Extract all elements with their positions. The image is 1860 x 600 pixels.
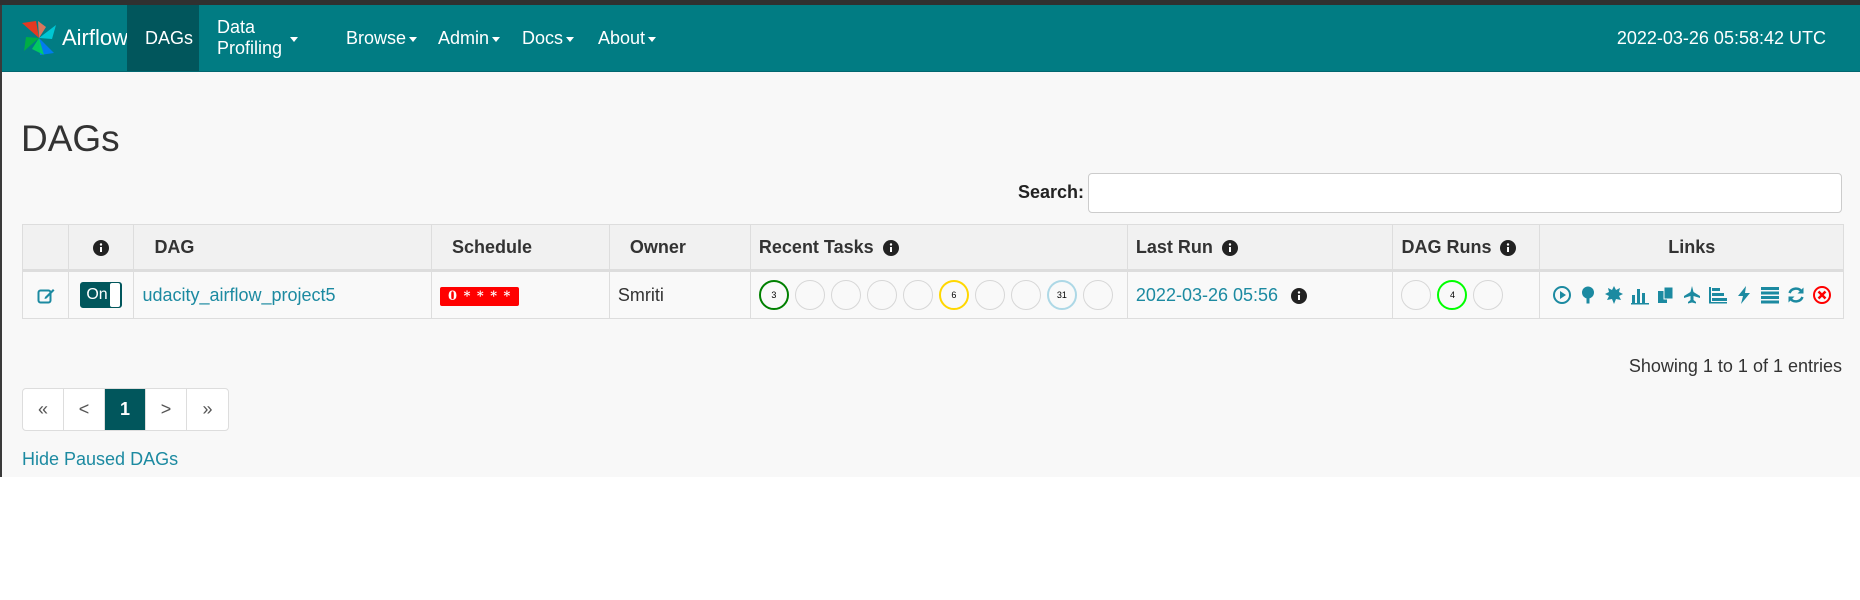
col-recent-tasks-label: Recent Tasks [758,236,874,257]
dag-id-cell: udacity_airflow_project5 [133,270,432,319]
brand-name: Airflow [62,25,129,50]
edit-icon[interactable] [37,287,55,305]
col-info-header [68,224,135,272]
pager-prev-button[interactable]: < [64,389,105,430]
task-state-upstream-failed-circle[interactable]: 6 [938,280,969,310]
dag-links [1548,285,1835,305]
caret-down-icon [566,36,575,42]
edit-cell [21,270,70,319]
col-dag-runs-label: DAG Runs [1401,236,1492,257]
utc-clock: 2022-03-26 05:58:42 UTC [1616,27,1826,48]
nav-browse-label: Browse [346,27,407,48]
code-icon[interactable] [1734,285,1754,305]
links-cell [1539,270,1844,319]
run-state-running-circle[interactable]: 4 [1437,280,1468,310]
schedule-badge: 0 * * * * [440,287,520,306]
task-state-success-circle[interactable]: 3 [758,280,789,310]
main-content: DAGs Search: DAG Schedule Owner Recent T… [2,72,1860,477]
run-state-failed-circle[interactable] [1473,280,1504,310]
info-icon [882,239,899,256]
hide-paused-dags-link[interactable]: Hide Paused DAGs [22,449,178,470]
col-dag-runs-header: DAG Runs [1392,224,1541,272]
refresh-icon[interactable] [1786,285,1806,305]
nav-data-profiling[interactable]: Data Profiling [199,5,316,71]
landing-times-icon[interactable] [1682,285,1702,305]
delete-icon[interactable] [1812,285,1832,305]
col-dag-header[interactable]: DAG [133,224,432,272]
caret-down-icon [290,36,298,42]
pager-first-button[interactable]: « [23,389,64,430]
task-state-up-for-reschedule-circle[interactable] [974,280,1005,310]
toggle-knob [110,283,121,307]
nav-about[interactable]: About [580,5,666,71]
caret-down-icon [409,36,418,42]
airflow-logo-icon [22,21,56,55]
pager-last-button[interactable]: » [187,389,228,430]
info-icon [93,239,110,256]
owner-cell: Smriti [608,270,751,319]
dags-table: DAG Schedule Owner Recent Tasks Last Run… [21,224,1844,319]
col-owner-header[interactable]: Owner [608,224,751,272]
col-recent-tasks-header: Recent Tasks [749,224,1128,272]
search-label: Search: [1018,182,1085,202]
trigger-dag-icon[interactable] [1552,285,1572,305]
task-state-running-circle[interactable] [794,280,825,310]
task-state-failed-circle[interactable] [830,280,861,310]
toggle-label: On [86,286,108,303]
info-icon[interactable] [1291,287,1308,304]
task-state-skipped-circle[interactable]: 31 [1046,280,1077,310]
nav-about-label: About [598,27,646,48]
col-schedule-header[interactable]: Schedule [431,224,610,272]
top-navbar: Airflow DAGs Data Profiling Browse Admin… [2,5,1860,72]
col-links-header: Links [1539,224,1844,272]
recent-tasks-circles: 3 6 31 [758,280,1119,310]
task-state-none-circle[interactable] [1082,280,1113,310]
dag-runs-cell: 4 [1392,270,1541,319]
task-state-queued-circle[interactable] [902,280,933,310]
pager-page-1-button[interactable]: 1 [105,389,146,430]
info-icon [1500,239,1517,256]
entries-info: Showing 1 to 1 of 1 entries [1628,356,1842,376]
page-title: DAGs [21,118,120,159]
col-last-run-label: Last Run [1135,236,1213,257]
nav-docs[interactable]: Docs [504,5,580,71]
nav-data-profiling-label: Data Profiling [217,17,283,58]
pagination: « < 1 > » [22,388,229,431]
brand-link[interactable]: Airflow [18,5,128,71]
table-header-row: DAG Schedule Owner Recent Tasks Last Run… [21,224,1844,272]
dag-on-off-toggle[interactable]: On [80,282,123,308]
col-last-run-header: Last Run [1126,224,1394,272]
nav-admin[interactable]: Admin [420,5,504,71]
pager-next-button[interactable]: > [146,389,187,430]
recent-tasks-cell: 3 6 31 [749,270,1128,319]
gantt-icon[interactable] [1708,285,1728,305]
nav-admin-label: Admin [438,27,490,48]
table-row: On udacity_airflow_project5 0 * * * * Sm… [21,270,1844,319]
dag-id-link[interactable]: udacity_airflow_project5 [142,285,335,305]
search-input[interactable] [1088,173,1842,213]
tree-view-icon[interactable] [1578,285,1598,305]
nav-browse[interactable]: Browse [328,5,420,71]
task-tries-icon[interactable] [1656,285,1676,305]
nav-dags[interactable]: DAGs [127,5,199,71]
dag-runs-circles: 4 [1401,280,1531,310]
caret-down-icon [492,36,501,42]
toggle-cell: On [68,270,135,319]
logs-icon[interactable] [1760,285,1780,305]
run-state-success-circle[interactable] [1401,280,1432,310]
last-run-link[interactable]: 2022-03-26 05:56 [1136,285,1278,305]
schedule-cell: 0 * * * * [431,270,610,319]
col-edit-header [21,224,70,272]
task-duration-icon[interactable] [1630,285,1650,305]
caret-down-icon [648,36,657,42]
nav-docs-label: Docs [522,27,564,48]
nav-dags-label: DAGs [145,27,194,48]
task-state-scheduled-circle[interactable] [1010,280,1041,310]
last-run-cell: 2022-03-26 05:56 [1126,270,1394,319]
info-icon [1221,239,1238,256]
task-state-up-for-retry-circle[interactable] [866,280,897,310]
graph-view-icon[interactable] [1604,285,1624,305]
